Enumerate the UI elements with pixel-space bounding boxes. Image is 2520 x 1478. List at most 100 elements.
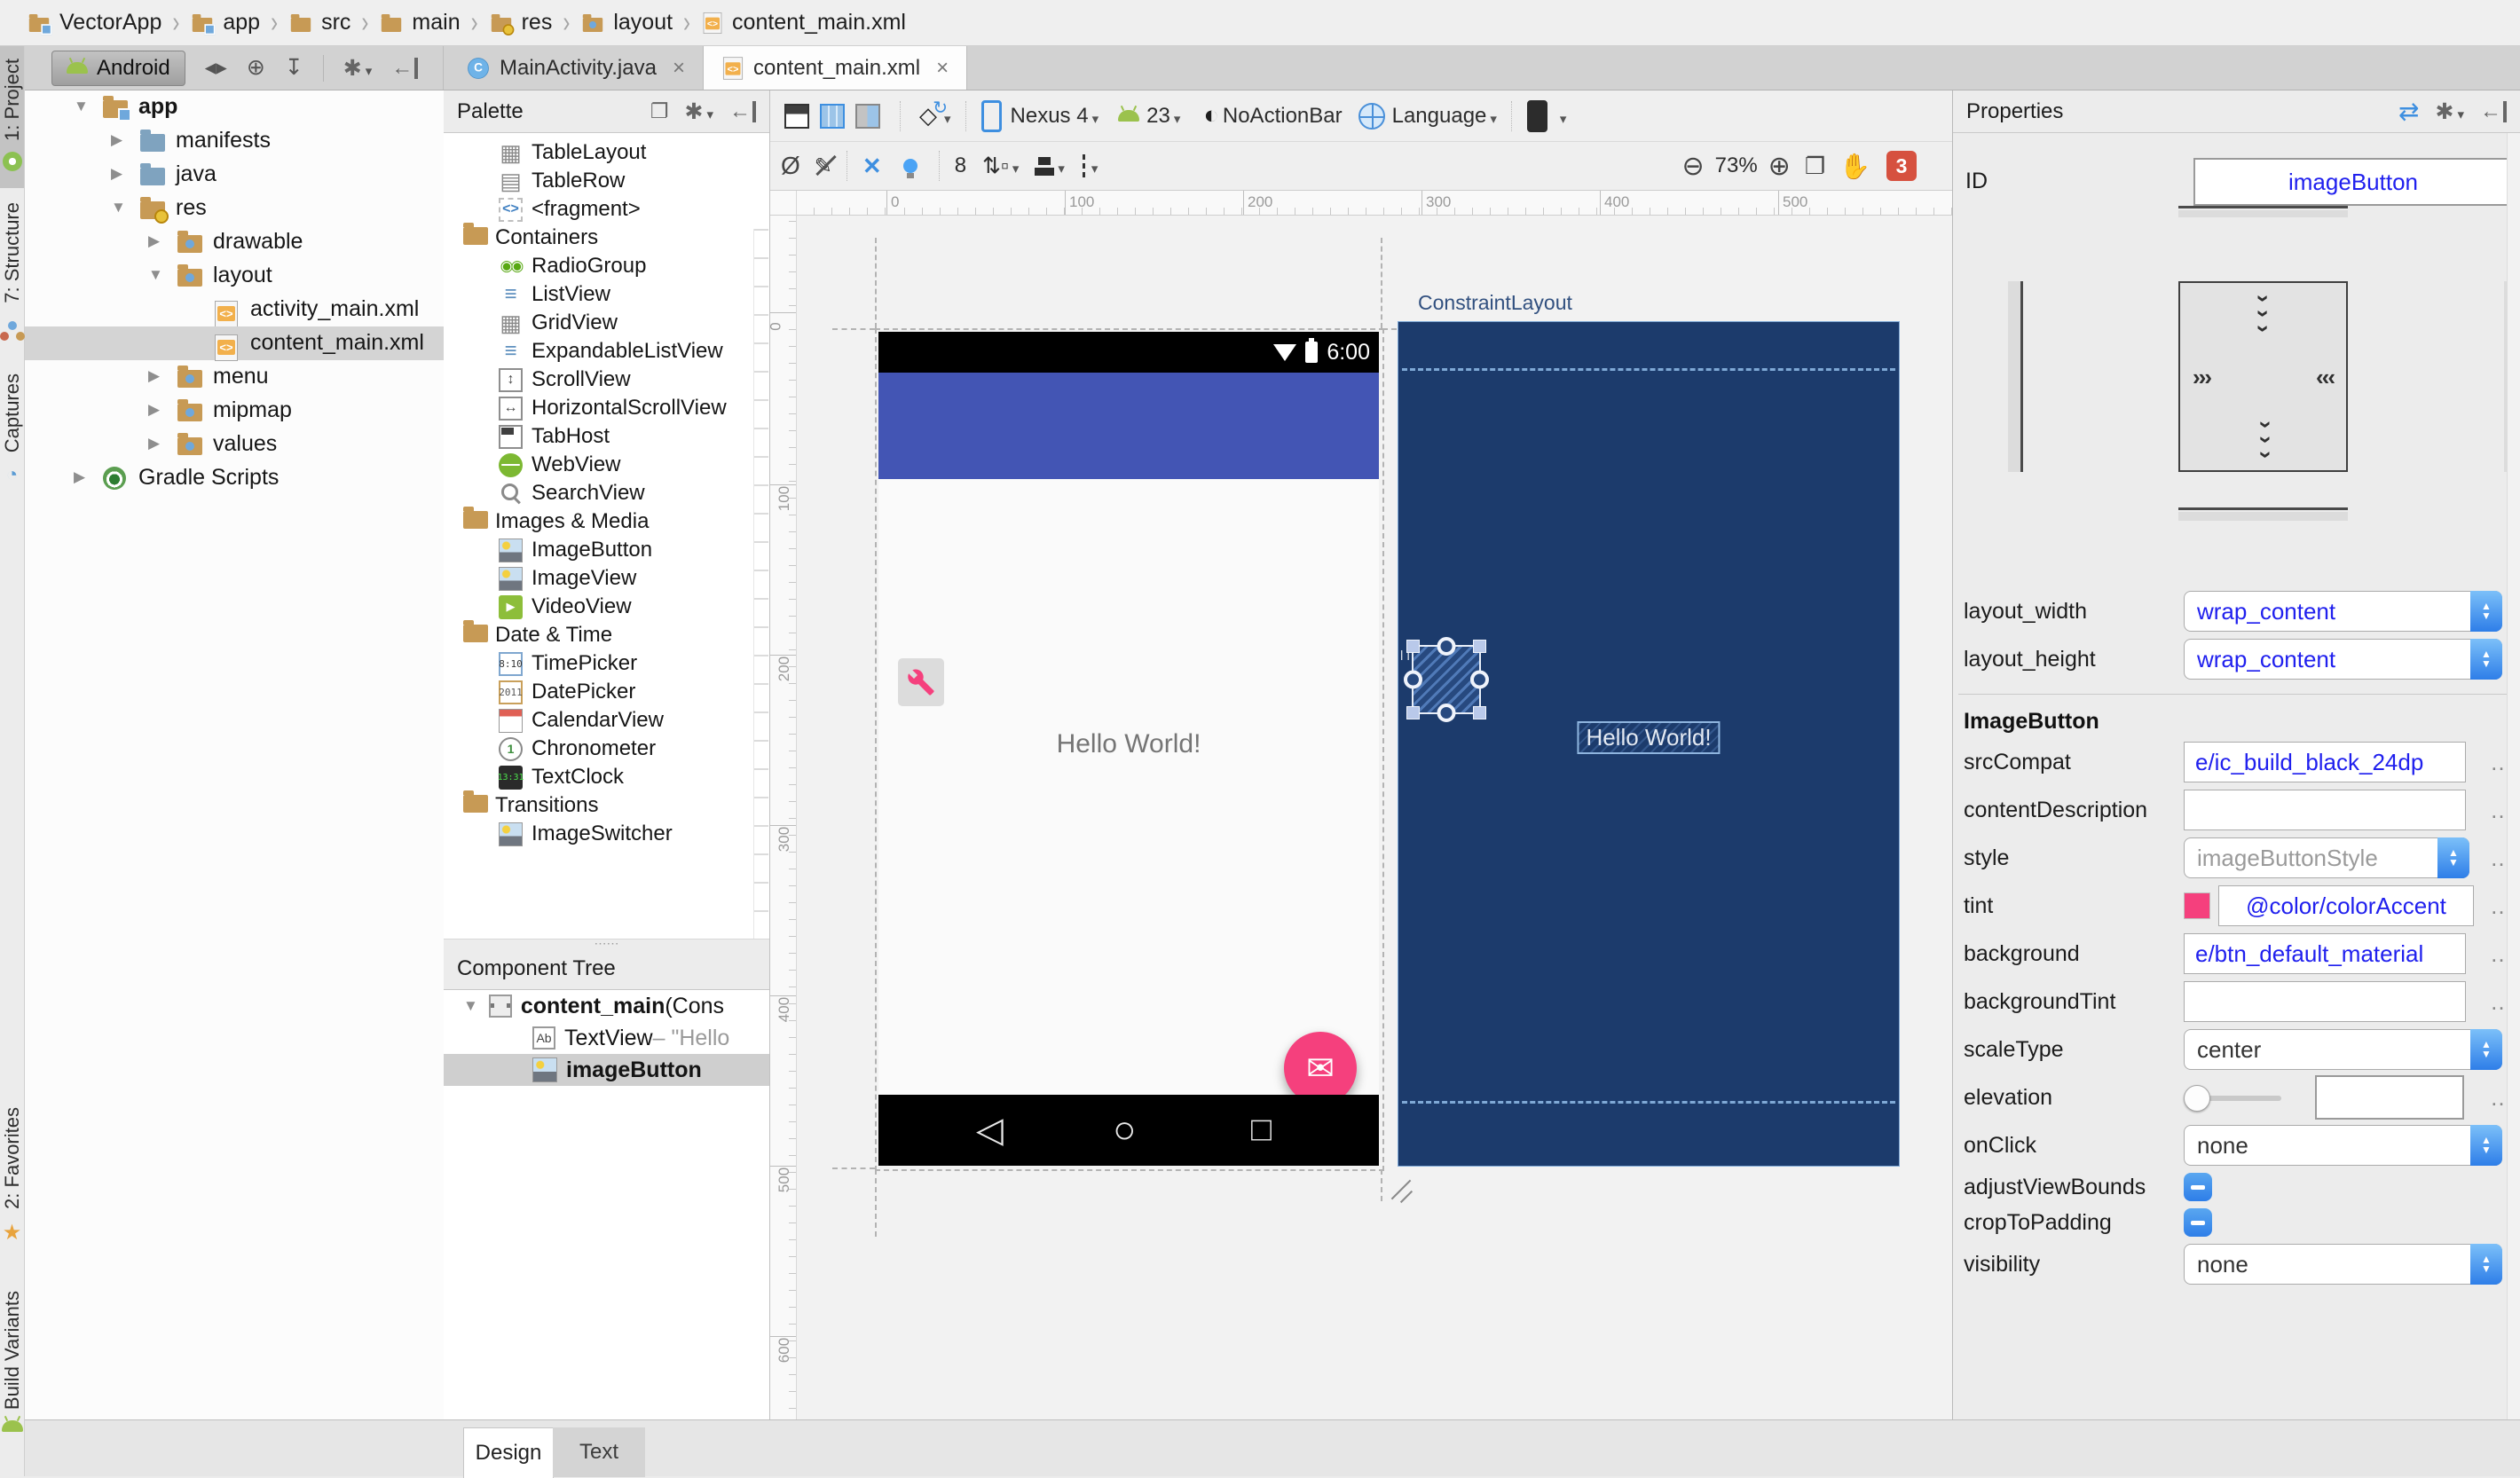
selection-handle[interactable]: [1406, 640, 1420, 653]
stepper-icon[interactable]: ▲ ▼: [2470, 591, 2502, 632]
property-input-background[interactable]: e/btn_default_material: [2184, 933, 2466, 974]
palette-item-calendarview[interactable]: CalendarView: [444, 706, 769, 735]
selection-handle[interactable]: [1473, 706, 1486, 719]
palette-item-tablerow[interactable]: ▤ TableRow: [444, 167, 769, 195]
orientation-icon[interactable]: ◇: [919, 97, 948, 130]
error-badge[interactable]: 3: [1886, 151, 1917, 181]
pan-icon[interactable]: ✋: [1839, 152, 1870, 181]
close-icon[interactable]: ×: [936, 56, 949, 81]
collapse-expand-icon[interactable]: ◂▸: [205, 57, 227, 79]
autoconnect-icon[interactable]: ✎: [815, 153, 832, 179]
properties-scrollbar[interactable]: [2507, 133, 2520, 1419]
default-margin-value[interactable]: 8: [955, 153, 966, 178]
copy-icon[interactable]: ❐: [650, 99, 669, 123]
breadcrumb-item[interactable]: res: [489, 10, 552, 35]
device-selector[interactable]: Nexus 4: [1011, 104, 1089, 129]
stepper-icon[interactable]: ▲ ▼: [2470, 639, 2502, 680]
tree-item-mipmap[interactable]: ▶ mipmap: [25, 394, 444, 428]
constraint-anchor[interactable]: [1470, 670, 1489, 689]
hide-panel-icon[interactable]: ←: [729, 99, 756, 124]
gear-icon[interactable]: ✱ ▾: [2436, 98, 2464, 125]
tree-expanded-arrow-icon[interactable]: ▼: [111, 199, 126, 216]
palette-item-radiogroup[interactable]: ◉◉ RadioGroup: [444, 252, 769, 280]
selection-handle[interactable]: [1406, 706, 1420, 719]
tool-window-button-1-project[interactable]: 1: Project: [0, 59, 24, 171]
infer-constraints-icon[interactable]: [902, 159, 917, 178]
palette-item-textclock[interactable]: 13:31 TextClock: [444, 763, 769, 791]
both-view-mode-icon[interactable]: [855, 103, 880, 129]
palette-item-tabhost[interactable]: TabHost: [444, 422, 769, 451]
tree-item-values[interactable]: ▶ values: [25, 428, 444, 461]
pack-icon[interactable]: ⇅▫: [982, 153, 1009, 179]
property-input-elevation[interactable]: [2315, 1075, 2464, 1120]
zoom-out-icon[interactable]: ⊖: [1681, 151, 1704, 182]
settings-target-icon[interactable]: ⊕: [247, 57, 265, 79]
tool-window-button-7-structure[interactable]: 7: Structure: [0, 202, 25, 341]
stepper-icon[interactable]: ▲ ▼: [2470, 1125, 2502, 1166]
tree-item-app[interactable]: ▼ app: [25, 90, 444, 124]
breadcrumb-item[interactable]: content_main.xml: [701, 10, 906, 36]
zoom-in-icon[interactable]: ⊕: [1768, 151, 1791, 182]
palette-category-containers[interactable]: Containers: [444, 223, 769, 252]
night-mode-icon[interactable]: [1526, 99, 1547, 132]
palette-item-datepicker[interactable]: 2011 DatePicker: [444, 678, 769, 706]
mode-tab-text[interactable]: Text: [553, 1427, 645, 1477]
palette-item-imageswitcher[interactable]: ImageSwitcher: [444, 820, 769, 848]
locale-selector[interactable]: Language: [1392, 104, 1487, 129]
theme-selector[interactable]: NoActionBar: [1223, 104, 1343, 129]
property-toggle-adjustViewBounds[interactable]: [2184, 1173, 2212, 1201]
constraint-anchor[interactable]: [1437, 637, 1456, 656]
editor-tab-content_main-xml[interactable]: content_main.xml ×: [703, 46, 968, 90]
tree-item-drawable[interactable]: ▶ drawable: [25, 225, 444, 259]
tree-expanded-arrow-icon[interactable]: ▼: [148, 266, 163, 284]
palette-item-gridview[interactable]: ▦ GridView: [444, 309, 769, 337]
breadcrumb-item[interactable]: app: [190, 10, 260, 35]
palette-item-webview[interactable]: WebView: [444, 451, 769, 479]
scroll-to-source-icon[interactable]: ↧: [285, 57, 303, 79]
constraint-anchor[interactable]: [1437, 704, 1456, 722]
property-dropdown-visibility[interactable]: none ▲ ▼: [2184, 1244, 2502, 1285]
align-icon[interactable]: [1035, 156, 1055, 176]
constraint-layout-label[interactable]: ConstraintLayout: [1418, 291, 1572, 315]
blueprint-view-mode-icon[interactable]: [820, 103, 845, 129]
palette-item-imagebutton[interactable]: ImageButton: [444, 536, 769, 564]
tree-item-res[interactable]: ▼ res: [25, 192, 444, 225]
tree-collapsed-arrow-icon[interactable]: ▶: [74, 468, 85, 486]
tree-collapsed-arrow-icon[interactable]: ▶: [111, 165, 122, 183]
property-slider-elevation[interactable]: [2184, 1077, 2281, 1118]
palette-item-searchview[interactable]: SearchView: [444, 479, 769, 507]
palette-item-scrollview[interactable]: ↕ ScrollView: [444, 366, 769, 394]
project-view-selector[interactable]: Android: [51, 50, 185, 86]
property-dropdown-layout_height[interactable]: wrap_content ▲ ▼: [2184, 639, 2502, 680]
palette-item-chronometer[interactable]: 1 Chronometer: [444, 735, 769, 763]
tree-item-content_main-xml[interactable]: content_main.xml: [25, 326, 444, 361]
property-input-backgroundTint[interactable]: [2184, 981, 2466, 1022]
property-input-contentDescription[interactable]: [2184, 790, 2466, 830]
guideline-icon[interactable]: [1082, 154, 1088, 177]
close-icon[interactable]: ×: [673, 56, 685, 81]
tool-window-button-build-variants[interactable]: Build Variants: [0, 1291, 24, 1433]
palette-category-transitions[interactable]: Transitions: [444, 790, 769, 820]
show-decorations-icon[interactable]: Ø: [781, 152, 800, 180]
tree-collapsed-arrow-icon[interactable]: ▶: [111, 131, 122, 149]
tree-collapsed-arrow-icon[interactable]: ▶: [148, 435, 160, 452]
tree-item-layout[interactable]: ▼ layout: [25, 259, 444, 293]
tree-collapsed-arrow-icon[interactable]: ▶: [148, 232, 160, 250]
tree-item-menu[interactable]: ▶ menu: [25, 360, 444, 394]
property-input-tint[interactable]: @color/colorAccent: [2218, 885, 2474, 926]
palette-category-date-time[interactable]: Date & Time: [444, 620, 769, 649]
fab-button[interactable]: ✉: [1284, 1032, 1357, 1105]
hide-panel-icon[interactable]: ←: [2480, 99, 2507, 124]
stepper-icon[interactable]: ▲ ▼: [2470, 1244, 2502, 1285]
selection-handle[interactable]: [1473, 640, 1486, 653]
editor-tab-mainactivity-java[interactable]: MainActivity.java ×: [448, 46, 704, 90]
property-dropdown-scaleType[interactable]: center ▲ ▼: [2184, 1029, 2502, 1070]
property-toggle-cropToPadding[interactable]: [2184, 1208, 2212, 1237]
api-level-selector[interactable]: 23: [1146, 104, 1170, 129]
property-dropdown-onClick[interactable]: none ▲ ▼: [2184, 1125, 2502, 1166]
constraint-inspector[interactable]: › › › ‹ ‹ ‹ ››› ‹‹‹: [1953, 206, 2520, 578]
breadcrumb-item[interactable]: main: [379, 10, 461, 35]
palette-item-listview[interactable]: ≡ ListView: [444, 280, 769, 309]
slider-knob[interactable]: [2184, 1085, 2210, 1112]
hide-panel-icon[interactable]: ←: [391, 56, 419, 81]
